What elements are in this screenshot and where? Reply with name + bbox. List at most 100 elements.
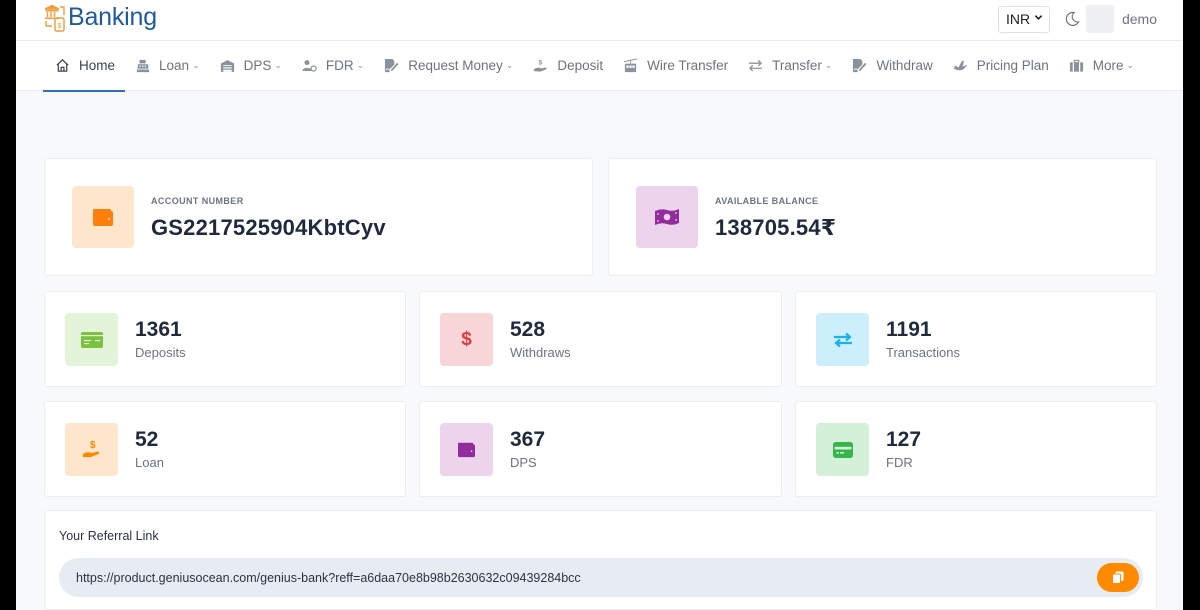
top-header: $ Banking INR demo xyxy=(16,0,1183,41)
nav-item-loan[interactable]: Loan ⌄ xyxy=(135,41,200,91)
brand-logo[interactable]: $ Banking xyxy=(43,3,157,32)
credit-card-icon xyxy=(832,441,853,458)
referral-link-field[interactable]: https://product.geniusocean.com/genius-b… xyxy=(59,558,1143,597)
transactions-count: 1191 xyxy=(886,318,932,341)
brand-name: Banking xyxy=(68,3,157,31)
chevron-down-icon: ⌄ xyxy=(1126,60,1135,70)
bank-mobile-icon: $ xyxy=(44,4,65,32)
cable-car-icon xyxy=(623,58,638,73)
stat-card-fdr[interactable]: 127 FDR xyxy=(795,401,1157,497)
withdraws-label: Withdraws xyxy=(510,345,571,360)
credit-card-icon xyxy=(80,331,103,348)
nav-label: Transfer xyxy=(772,58,822,73)
transactions-label: Transactions xyxy=(886,345,960,360)
nav-label: Deposit xyxy=(557,58,604,73)
nav-label: Loan xyxy=(159,58,190,73)
nav-item-request-money[interactable]: Request Money ⌄ xyxy=(384,41,513,91)
hand-dollar-icon: $ xyxy=(82,440,99,457)
copy-link-button[interactable] xyxy=(1097,563,1139,592)
deposits-icon-box xyxy=(65,313,118,366)
dollar-icon: $ xyxy=(461,328,472,350)
account-number-value: GS2217525904KbtCyv xyxy=(151,215,386,240)
chevron-down-icon: ⌄ xyxy=(356,60,365,70)
stat-card-withdraws[interactable]: $ 528 Withdraws xyxy=(419,291,782,387)
withdraws-count: 528 xyxy=(510,318,546,341)
avatar[interactable] xyxy=(1085,5,1114,33)
stat-card-loan[interactable]: $ 52 Loan xyxy=(44,401,406,497)
app-viewport: $ Banking INR demo Home Loan ⌄ DPS ⌄ FDR… xyxy=(16,0,1183,610)
loan-count: 52 xyxy=(135,428,159,451)
withdraws-icon-box: $ xyxy=(440,313,493,366)
nav-label: Home xyxy=(79,58,116,73)
user-name[interactable]: demo xyxy=(1122,11,1157,27)
loan-icon-box: $ xyxy=(65,423,118,476)
nav-item-transfer[interactable]: Transfer ⌄ xyxy=(748,41,832,91)
transactions-icon-box xyxy=(816,313,869,366)
copy-icon xyxy=(1112,571,1124,584)
nav-label: DPS xyxy=(243,58,272,73)
nav-label: Request Money xyxy=(408,58,503,73)
hand-holding-icon xyxy=(953,58,968,73)
stat-card-deposits[interactable]: 1361 Deposits xyxy=(44,291,406,387)
cash-register-icon xyxy=(135,58,150,73)
referral-link-text[interactable]: https://product.geniusocean.com/genius-b… xyxy=(76,571,581,585)
exchange-arrows-icon xyxy=(748,58,763,73)
nav-item-deposit[interactable]: $ Deposit xyxy=(533,41,603,91)
dps-count: 367 xyxy=(510,428,546,451)
referral-title: Your Referral Link xyxy=(59,529,159,543)
moon-icon[interactable] xyxy=(1064,11,1080,27)
fdr-label: FDR xyxy=(886,455,913,470)
nav-item-withdraw[interactable]: Withdraw xyxy=(852,41,933,91)
user-coin-icon xyxy=(302,58,317,73)
wallet-icon xyxy=(458,442,475,458)
fdr-icon-box xyxy=(816,423,869,476)
dps-icon-box xyxy=(440,423,493,476)
chevron-down-icon: ⌄ xyxy=(274,60,282,70)
referral-card: Your Referral Link https://product.geniu… xyxy=(44,510,1157,610)
stat-card-dps[interactable]: 367 DPS xyxy=(419,401,782,497)
hand-dollar-icon: $ xyxy=(533,58,548,73)
chevron-down-icon xyxy=(1034,13,1043,25)
chevron-down-icon: ⌄ xyxy=(192,60,200,70)
fdr-count: 127 xyxy=(886,428,922,451)
header-actions: INR demo xyxy=(997,5,1157,33)
main-nav: Home Loan ⌄ DPS ⌄ FDR ⌄ Request Money ⌄ … xyxy=(16,41,1183,92)
dps-label: DPS xyxy=(510,455,537,470)
nav-label: Pricing Plan xyxy=(976,58,1049,73)
svg-text:$: $ xyxy=(90,440,96,451)
exchange-icon xyxy=(833,332,852,347)
deposits-label: Deposits xyxy=(135,345,186,360)
money-bill-icon xyxy=(655,209,679,225)
chevron-down-icon: ⌄ xyxy=(505,60,514,70)
deposits-count: 1361 xyxy=(135,318,182,341)
warehouse-icon xyxy=(220,58,235,73)
nav-item-dps[interactable]: DPS ⌄ xyxy=(220,41,282,91)
chevron-down-icon: ⌄ xyxy=(824,60,833,70)
available-balance-value: 138705.54₹ xyxy=(715,215,837,240)
briefcase-icon xyxy=(1069,58,1084,73)
account-number-label: ACCOUNT NUMBER xyxy=(151,196,244,206)
nav-item-more[interactable]: More ⌄ xyxy=(1069,41,1134,91)
nav-item-wire-transfer[interactable]: Wire Transfer xyxy=(623,41,728,91)
file-signature-icon xyxy=(384,58,399,73)
balance-icon-box xyxy=(636,186,698,248)
nav-label: More xyxy=(1092,58,1124,73)
home-icon xyxy=(55,58,70,73)
available-balance-card: AVAILABLE BALANCE 138705.54₹ xyxy=(608,158,1157,276)
available-balance-label: AVAILABLE BALANCE xyxy=(715,196,819,206)
account-number-card: ACCOUNT NUMBER GS2217525904KbtCyv xyxy=(44,158,593,276)
nav-label: Wire Transfer xyxy=(647,58,729,73)
currency-select[interactable]: INR xyxy=(997,5,1050,33)
nav-item-pricing-plan[interactable]: Pricing Plan xyxy=(953,41,1049,91)
nav-item-home[interactable]: Home xyxy=(42,41,126,92)
currency-value: INR xyxy=(1005,11,1031,27)
account-icon-box xyxy=(72,186,134,248)
svg-text:$: $ xyxy=(58,23,62,30)
nav-label: FDR xyxy=(325,58,354,73)
stat-card-transactions[interactable]: 1191 Transactions xyxy=(795,291,1157,387)
file-signature-icon xyxy=(852,58,867,73)
nav-item-fdr[interactable]: FDR ⌄ xyxy=(302,41,364,91)
svg-text:$: $ xyxy=(539,60,543,67)
wallet-icon xyxy=(93,209,113,226)
loan-label: Loan xyxy=(135,455,164,470)
